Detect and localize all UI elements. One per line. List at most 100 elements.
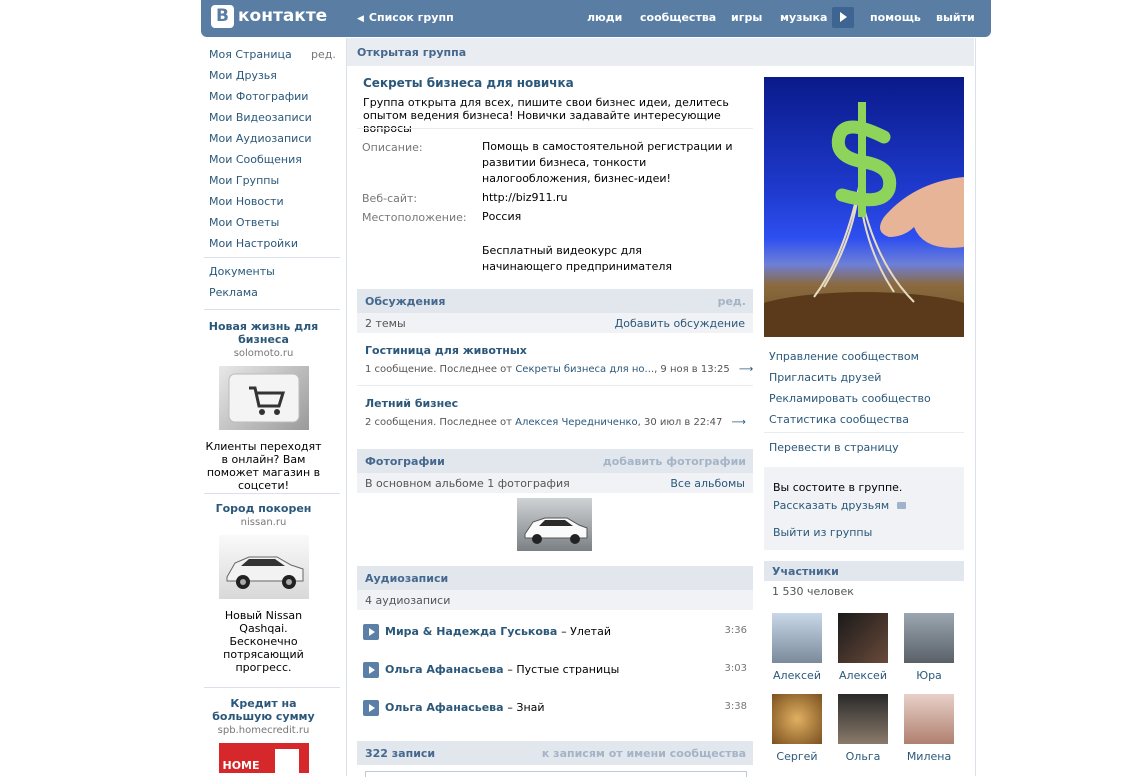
sidebar-item-answers[interactable]: Мои Ответы bbox=[209, 216, 279, 229]
audio-track[interactable]: Ольга Афанасьева – Знай 3:38 bbox=[363, 700, 749, 716]
audio-track[interactable]: Ольга Афанасьева – Пустые страницы 3:03 bbox=[363, 662, 749, 678]
promo-link[interactable]: Бесплатный видеокурс для начинающего пре… bbox=[482, 243, 672, 275]
tell-friends-link[interactable]: Рассказать друзьям bbox=[773, 499, 906, 512]
ad-title[interactable]: Кредит на большую сумму bbox=[204, 697, 323, 723]
tell-friends-label[interactable]: Рассказать друзьям bbox=[773, 499, 889, 512]
topic-title-link[interactable]: Летний бизнес bbox=[365, 397, 458, 410]
music-play-button[interactable] bbox=[832, 7, 854, 28]
wall-post-input[interactable] bbox=[365, 771, 747, 777]
vk-logo-icon[interactable]: В bbox=[211, 5, 234, 28]
back-to-groups-link[interactable]: ◀ Список групп bbox=[357, 11, 454, 24]
sidebar-item-videos[interactable]: Мои Видеозаписи bbox=[209, 111, 312, 124]
wall-count[interactable]: 322 записи bbox=[365, 747, 435, 760]
advertise-community-link[interactable]: Рекламировать сообщество bbox=[769, 392, 931, 405]
audio-track-label[interactable]: Мира & Надежда Гуськова – Улетай bbox=[385, 625, 611, 638]
audio-header[interactable]: Аудиозаписи bbox=[357, 566, 753, 590]
topic-last-author-link[interactable]: Секреты бизнеса для но... bbox=[515, 364, 654, 375]
member-card[interactable]: Алексей bbox=[835, 613, 891, 682]
sidebar-item-news[interactable]: Мои Новости bbox=[209, 195, 284, 208]
member-avatar[interactable] bbox=[838, 694, 888, 744]
vk-logo-text[interactable]: контакте bbox=[238, 6, 327, 26]
group-cover-image[interactable] bbox=[764, 77, 964, 337]
discussions-title[interactable]: Обсуждения bbox=[365, 295, 445, 308]
member-name[interactable]: Алексей bbox=[769, 669, 825, 682]
add-discussion-link[interactable]: Добавить обсуждение bbox=[615, 317, 745, 330]
sidebar-item-messages[interactable]: Мои Сообщения bbox=[209, 153, 302, 166]
audio-play-button[interactable] bbox=[363, 662, 379, 678]
photo-thumbnail[interactable] bbox=[517, 498, 592, 551]
audio-play-button[interactable] bbox=[363, 700, 379, 716]
arrow-right-icon[interactable]: ⟶ bbox=[739, 364, 753, 375]
sidebar-item-ads[interactable]: Реклама bbox=[209, 286, 258, 299]
members-header[interactable]: Участники bbox=[764, 561, 964, 581]
photos-header[interactable]: Фотографии добавить фотографии bbox=[357, 449, 753, 473]
invite-friends-link[interactable]: Пригласить друзей bbox=[769, 371, 881, 384]
shopping-cart-key-image[interactable] bbox=[218, 366, 309, 430]
audio-play-button[interactable] bbox=[363, 624, 379, 640]
sidebar-item-documents[interactable]: Документы bbox=[209, 265, 275, 278]
manage-community-link[interactable]: Управление сообществом bbox=[769, 350, 919, 363]
member-name[interactable]: Юра bbox=[901, 669, 957, 682]
audio-title[interactable]: Аудиозаписи bbox=[365, 572, 448, 585]
member-card[interactable]: Юра bbox=[901, 613, 957, 682]
ad-title[interactable]: Новая жизнь для бизнеса bbox=[204, 320, 323, 346]
audio-artist[interactable]: Ольга Афанасьева bbox=[385, 701, 504, 714]
topic-last-author-link[interactable]: Алексея Чередниченко bbox=[515, 417, 638, 428]
nav-communities[interactable]: сообщества bbox=[640, 11, 716, 24]
topic-title-link[interactable]: Гостиница для животных bbox=[365, 344, 527, 357]
discussions-header[interactable]: Обсуждения ред. bbox=[357, 289, 753, 313]
sidebar-item-my-page[interactable]: Моя Страница bbox=[209, 48, 292, 61]
ad-block-solomoto[interactable]: Новая жизнь для бизнеса solomoto.ru Клие… bbox=[204, 320, 323, 492]
all-albums-link[interactable]: Все альбомы bbox=[670, 477, 745, 490]
nav-help[interactable]: помощь bbox=[870, 11, 921, 24]
wall-community-link[interactable]: к записям от имени сообщества bbox=[542, 747, 746, 760]
leave-group-link[interactable]: Выйти из группы bbox=[773, 526, 872, 539]
member-name[interactable]: Ольга bbox=[835, 750, 891, 763]
divider bbox=[764, 432, 964, 433]
member-avatar[interactable] bbox=[772, 613, 822, 663]
member-card[interactable]: Алексей bbox=[769, 613, 825, 682]
member-avatar[interactable] bbox=[904, 694, 954, 744]
member-avatar[interactable] bbox=[904, 613, 954, 663]
nav-games[interactable]: игры bbox=[731, 11, 762, 24]
sidebar-item-friends[interactable]: Мои Друзья bbox=[209, 69, 277, 82]
audio-title-text: – Улетай bbox=[561, 625, 611, 638]
info-website-link[interactable]: http://biz911.ru bbox=[482, 190, 742, 206]
audio-artist[interactable]: Мира & Надежда Гуськова bbox=[385, 625, 557, 638]
audio-track-label[interactable]: Ольга Афанасьева – Знай bbox=[385, 701, 545, 714]
member-avatar[interactable] bbox=[772, 694, 822, 744]
add-photos-link[interactable]: добавить фотографии bbox=[603, 455, 746, 468]
car-image[interactable] bbox=[218, 535, 309, 599]
audio-artist[interactable]: Ольга Афанасьева bbox=[385, 663, 504, 676]
play-icon bbox=[369, 666, 375, 674]
nav-people[interactable]: люди bbox=[587, 11, 622, 24]
ad-block-homecredit[interactable]: Кредит на большую сумму spb.homecredit.r… bbox=[204, 697, 323, 773]
discussions-edit-link[interactable]: ред. bbox=[718, 295, 746, 308]
photos-title[interactable]: Фотографии bbox=[365, 455, 445, 468]
member-card[interactable]: Сергей bbox=[769, 694, 825, 763]
member-name[interactable]: Алексей bbox=[835, 669, 891, 682]
nav-logout[interactable]: выйти bbox=[936, 11, 975, 24]
sidebar-item-audio[interactable]: Мои Аудиозаписи bbox=[209, 132, 312, 145]
sidebar-item-groups[interactable]: Мои Группы bbox=[209, 174, 279, 187]
sidebar-item-photos[interactable]: Мои Фотографии bbox=[209, 90, 308, 103]
member-name[interactable]: Сергей bbox=[769, 750, 825, 763]
nav-music[interactable]: музыка bbox=[780, 11, 827, 24]
homecredit-logo-image[interactable]: HOME bbox=[218, 743, 309, 773]
member-avatar[interactable] bbox=[838, 613, 888, 663]
member-card[interactable]: Милена bbox=[901, 694, 957, 763]
ad-title[interactable]: Город покорен bbox=[204, 502, 323, 515]
audio-track-label[interactable]: Ольга Афанасьева – Пустые страницы bbox=[385, 663, 619, 676]
member-card[interactable]: Ольга bbox=[835, 694, 891, 763]
community-stats-link[interactable]: Статистика сообщества bbox=[769, 413, 909, 426]
members-title[interactable]: Участники bbox=[772, 565, 839, 578]
member-name[interactable]: Милена bbox=[901, 750, 957, 763]
convert-to-page-link[interactable]: Перевести в страницу bbox=[769, 441, 899, 454]
wall-header[interactable]: 322 записи к записям от имени сообщества bbox=[357, 741, 753, 765]
ad-text: Клиенты переходят в онлайн? Вам поможет … bbox=[205, 440, 322, 492]
sidebar-edit-link[interactable]: ред. bbox=[311, 48, 336, 61]
ad-block-nissan[interactable]: Город покорен nissan.ru Новый Nissan Qas… bbox=[204, 502, 323, 674]
audio-track[interactable]: Мира & Надежда Гуськова – Улетай 3:36 bbox=[363, 624, 749, 640]
arrow-right-icon[interactable]: ⟶ bbox=[732, 417, 746, 428]
sidebar-item-settings[interactable]: Мои Настройки bbox=[209, 237, 298, 250]
